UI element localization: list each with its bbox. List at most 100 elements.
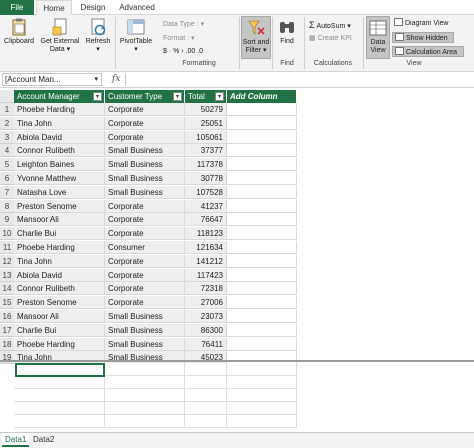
diagram-view-button[interactable]: Diagram View [392,18,462,29]
table-cell-manager[interactable]: Mansoor Ali [14,310,105,323]
table-cell-add-column[interactable] [227,282,297,296]
column-header-add-column[interactable]: Add Column [227,90,297,103]
table-cell-add-column[interactable] [227,310,297,323]
table-cell-total[interactable]: 72318 [185,282,227,296]
table-cell-total[interactable]: 121634 [185,241,227,254]
table-cell-type[interactable]: Small Business [105,172,185,185]
table-cell-type[interactable]: Corporate [105,282,185,296]
row-number[interactable]: 10 [0,227,14,241]
table-cell-add-column[interactable] [227,185,297,199]
table-cell-add-column[interactable] [227,103,297,116]
formula-input[interactable] [128,73,468,86]
row-number[interactable]: 11 [0,241,14,254]
table-cell-manager[interactable]: Yvonne Matthew [14,172,105,185]
table-cell-type[interactable]: Corporate [105,254,185,268]
calculation-cell[interactable] [105,415,185,428]
table-cell-total[interactable]: 23073 [185,310,227,323]
format-dropdown[interactable]: Format : ▾ [163,34,195,44]
table-cell-manager[interactable]: Charlie Bui [14,227,105,241]
row-number[interactable]: 8 [0,199,14,213]
table-cell-manager[interactable]: Phoebe Harding [14,103,105,116]
refresh-button[interactable]: Refresh ▾ [84,16,112,59]
calculation-cell[interactable] [227,415,297,428]
row-number[interactable]: 9 [0,213,14,227]
table-cell-total[interactable]: 86300 [185,323,227,337]
row-number[interactable]: 15 [0,296,14,310]
calculation-cell[interactable] [105,363,185,376]
row-number[interactable]: 5 [0,158,14,172]
table-cell-manager[interactable]: Leighton Baines [14,158,105,172]
table-cell-type[interactable]: Consumer [105,241,185,254]
table-cell-add-column[interactable] [227,268,297,282]
tab-design[interactable]: Design [76,0,110,15]
calculation-cell[interactable] [227,363,297,376]
table-cell-manager[interactable]: Mansoor Ali [14,213,105,227]
table-cell-type[interactable]: Small Business [105,144,185,158]
table-cell-add-column[interactable] [227,172,297,185]
table-cell-total[interactable]: 27006 [185,296,227,310]
table-cell-type[interactable]: Small Business [105,185,185,199]
table-cell-total[interactable]: 118123 [185,227,227,241]
table-cell-total[interactable]: 41237 [185,199,227,213]
table-cell-manager[interactable]: Phoebe Harding [14,241,105,254]
column-header-customer-type[interactable]: Customer Type ▾ [105,90,185,103]
column-header-account-manager[interactable]: Account Manager ▾ [14,90,105,103]
table-cell-manager[interactable]: Abiola David [14,268,105,282]
table-cell-add-column[interactable] [227,296,297,310]
table-cell-add-column[interactable] [227,213,297,227]
table-cell-add-column[interactable] [227,337,297,351]
row-number[interactable]: 1 [0,103,14,116]
select-all-corner[interactable] [0,90,14,103]
calculation-cell[interactable] [185,376,227,389]
table-cell-manager[interactable]: Connor Rulibeth [14,282,105,296]
calculation-area-divider[interactable] [0,360,474,362]
sheet-tab-data2[interactable]: Data2 [30,433,57,447]
clipboard-button[interactable]: Clipboard [2,16,36,59]
table-cell-type[interactable]: Corporate [105,103,185,116]
tab-home[interactable]: Home [36,0,72,15]
calculation-cell[interactable] [227,376,297,389]
table-cell-type[interactable]: Corporate [105,227,185,241]
table-cell-total[interactable]: 105061 [185,130,227,144]
row-number[interactable]: 13 [0,268,14,282]
calculation-cell[interactable] [185,363,227,376]
row-number[interactable]: 16 [0,310,14,323]
calculation-area-toggle[interactable]: Calculation Area [392,46,464,57]
table-cell-type[interactable]: Corporate [105,296,185,310]
calculation-cell[interactable] [227,389,297,402]
filter-dropdown-icon[interactable]: ▾ [173,92,182,101]
table-cell-manager[interactable]: Connor Rulibeth [14,144,105,158]
table-cell-total[interactable]: 30778 [185,172,227,185]
table-cell-total[interactable]: 37377 [185,144,227,158]
calculation-cell[interactable] [14,389,105,402]
table-cell-add-column[interactable] [227,144,297,158]
filter-dropdown-icon[interactable]: ▾ [215,92,224,101]
table-cell-type[interactable]: Small Business [105,158,185,172]
calculation-cell[interactable] [185,389,227,402]
table-cell-total[interactable]: 76647 [185,213,227,227]
table-cell-add-column[interactable] [227,323,297,337]
selected-calculation-cell[interactable] [15,363,105,377]
sort-and-filter-button[interactable]: Sort and Filter ▾ [241,16,271,59]
row-number[interactable]: 4 [0,144,14,158]
table-cell-total[interactable]: 117378 [185,158,227,172]
calculation-cell[interactable] [105,402,185,415]
row-number[interactable]: 18 [0,337,14,351]
row-number[interactable]: 2 [0,116,14,130]
table-cell-total[interactable]: 76411 [185,337,227,351]
table-cell-manager[interactable]: Phoebe Harding [14,337,105,351]
calculation-cell[interactable] [185,402,227,415]
chevron-down-icon[interactable]: ▾ [94,74,98,85]
calculation-cell[interactable] [185,415,227,428]
calculation-cell[interactable] [14,415,105,428]
table-cell-manager[interactable]: Preston Senome [14,296,105,310]
data-view-button[interactable]: Data View [366,16,390,59]
row-number[interactable]: 14 [0,282,14,296]
sheet-tab-data1[interactable]: Data1 [2,433,30,447]
table-cell-manager[interactable]: Abiola David [14,130,105,144]
table-cell-manager[interactable]: Tina John [14,116,105,130]
table-cell-add-column[interactable] [227,158,297,172]
table-cell-add-column[interactable] [227,254,297,268]
table-cell-type[interactable]: Corporate [105,268,185,282]
row-number[interactable]: 12 [0,254,14,268]
